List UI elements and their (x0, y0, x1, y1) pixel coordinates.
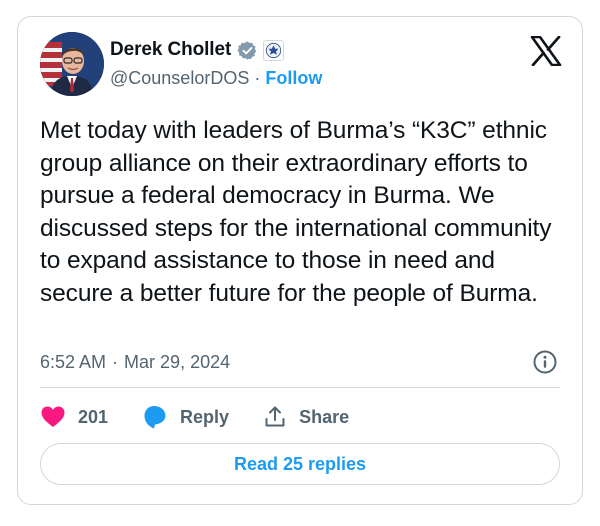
verified-badge-icon (237, 40, 257, 60)
author-handle[interactable]: @CounselorDOS (110, 68, 249, 89)
like-count: 201 (78, 406, 109, 427)
author-name-row: Derek Chollet (110, 37, 285, 63)
heart-icon (41, 406, 65, 427)
like-button[interactable]: 201 (40, 405, 108, 429)
share-label: Share (299, 406, 350, 427)
handle-row: @CounselorDOS · Follow (110, 66, 322, 90)
reply-bubble-icon (144, 406, 166, 429)
share-button[interactable]: Share (263, 405, 349, 429)
reply-label: Reply (180, 406, 230, 427)
share-icon (265, 406, 285, 427)
author-name[interactable]: Derek Chollet (110, 39, 231, 61)
x-logo-icon[interactable] (530, 36, 562, 66)
avatar[interactable] (40, 32, 104, 96)
tweet-date[interactable]: Mar 29, 2024 (124, 352, 230, 373)
tweet-text: Met today with leaders of Burma’s “K3C” … (40, 117, 552, 307)
read-replies-button[interactable]: Read 25 replies (40, 443, 560, 485)
read-replies-label: Read 25 replies (233, 453, 367, 474)
reply-button[interactable]: Reply (142, 404, 229, 430)
action-bar: 201 Reply Share (40, 402, 383, 432)
tweet-timestamp[interactable]: 6:52 AM · Mar 29, 2024 (40, 349, 230, 375)
tweet-time[interactable]: 6:52 AM (40, 352, 106, 373)
avatar-image (40, 32, 104, 96)
follow-button[interactable]: Follow (265, 68, 322, 89)
divider (40, 387, 560, 388)
tweet-card: Derek Chollet @CounselorDOS · Follow Met… (17, 16, 583, 505)
handle-separator: · (254, 67, 261, 88)
info-icon[interactable] (532, 349, 558, 375)
government-seal-icon (263, 39, 285, 61)
timestamp-separator: · (112, 351, 119, 372)
